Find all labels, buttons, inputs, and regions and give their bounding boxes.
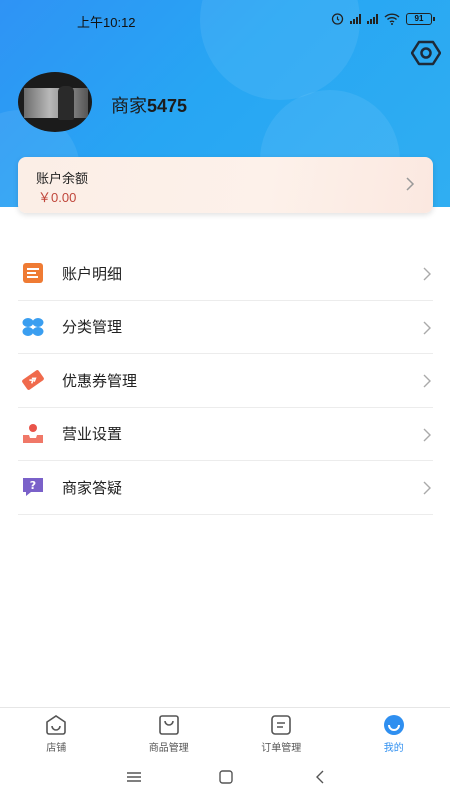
menu-item-merchant-faq[interactable]: ? 商家答疑 (18, 461, 433, 515)
balance-label: 账户余额 (36, 171, 89, 186)
menu-label: 营业设置 (62, 426, 123, 444)
balance-value: ￥0.00 (38, 190, 77, 205)
menu-item-account-details[interactable]: 账户明细 (18, 247, 433, 301)
menu-item-category-management[interactable]: 分类管理 (18, 301, 433, 354)
merchant-name-number: 5475 (147, 96, 188, 116)
chevron-right-icon (423, 428, 431, 441)
ledger-icon (23, 263, 43, 284)
tab-label: 我的 (383, 743, 404, 754)
menu-label: 账户明细 (62, 265, 123, 283)
chevron-right-icon (423, 374, 431, 388)
bottom-tab-bar: 店铺 商品管理 订单管理 我的 (0, 707, 450, 756)
status-icons: 91 (331, 12, 435, 25)
signal-icon (350, 13, 361, 24)
faq-icon: ? (23, 478, 43, 497)
chevron-right-icon (406, 177, 415, 191)
business-settings-icon (23, 423, 43, 443)
tab-label: 店铺 (46, 743, 67, 754)
menu-list: 账户明细 分类管理 优惠券管理 营业设置 ? 商家答疑 (18, 247, 433, 515)
coupon-icon (22, 370, 44, 391)
tab-profile[interactable]: 我的 (338, 708, 450, 756)
menu-label: 分类管理 (62, 319, 123, 337)
avatar[interactable] (18, 72, 92, 132)
settings-icon[interactable] (411, 38, 441, 68)
chevron-right-icon (423, 481, 431, 495)
menu-icon[interactable] (125, 769, 143, 785)
tab-goods-management[interactable]: 商品管理 (113, 708, 226, 756)
battery-icon: 91 (406, 12, 435, 25)
back-icon[interactable] (312, 769, 330, 785)
merchant-name: 商家5475 (111, 92, 187, 118)
category-icon (22, 317, 44, 336)
system-nav-bar (0, 756, 450, 800)
menu-item-coupon-management[interactable]: 优惠券管理 (18, 354, 433, 408)
svg-text:?: ? (30, 479, 36, 492)
status-bar: 上午10:12 91 (0, 0, 450, 40)
menu-label: 商家答疑 (62, 479, 123, 497)
shop-icon (46, 715, 67, 735)
tab-label: 商品管理 (148, 743, 189, 754)
menu-item-business-settings[interactable]: 营业设置 (18, 408, 433, 461)
balance-card[interactable]: 账户余额 ￥0.00 (18, 157, 433, 213)
menu-label: 优惠券管理 (62, 372, 138, 390)
chevron-right-icon (423, 321, 431, 334)
tab-shop[interactable]: 店铺 (0, 708, 113, 756)
home-icon[interactable] (217, 769, 235, 785)
signal-icon (367, 13, 378, 24)
alarm-icon (331, 13, 344, 25)
wifi-icon (384, 12, 400, 25)
tab-label: 订单管理 (261, 743, 302, 754)
chevron-right-icon (423, 267, 431, 281)
goods-icon (158, 715, 179, 735)
profile-icon (383, 715, 404, 735)
order-icon (271, 715, 292, 735)
tab-order-management[interactable]: 订单管理 (225, 708, 338, 756)
status-time: 上午10:12 (77, 15, 136, 30)
merchant-name-prefix: 商家 (111, 96, 147, 116)
